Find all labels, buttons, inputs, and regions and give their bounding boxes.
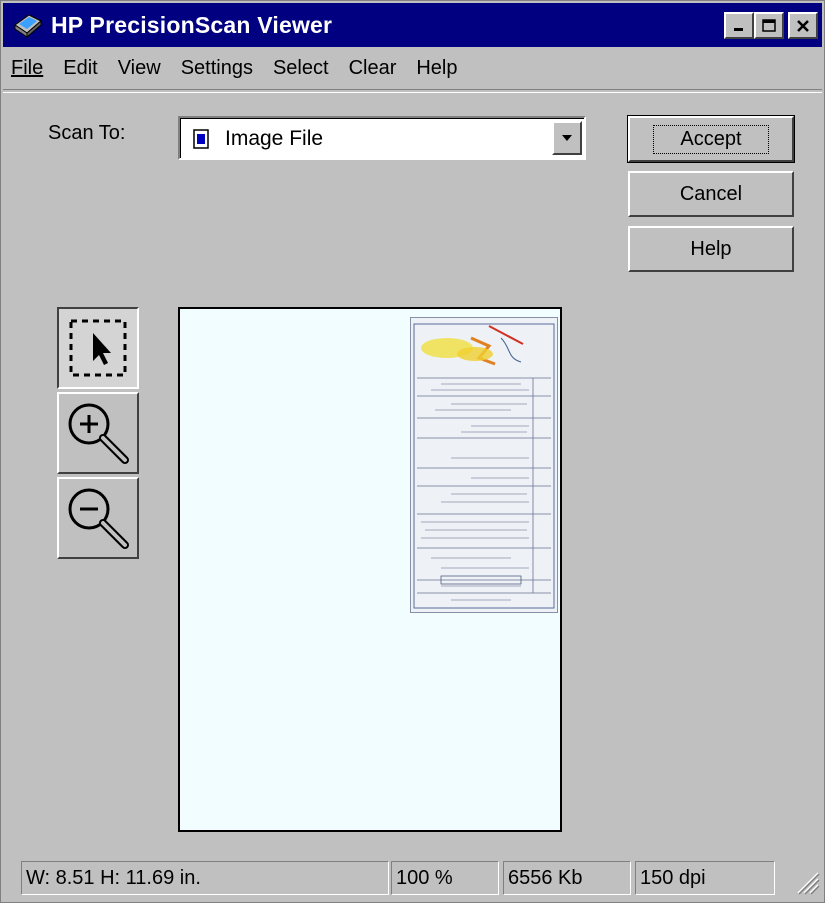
close-button[interactable] xyxy=(788,12,818,39)
maximize-button[interactable] xyxy=(754,12,784,39)
chevron-down-icon xyxy=(562,135,572,141)
status-bar: W: 8.51 H: 11.69 in. 100 % 6556 Kb 150 d… xyxy=(3,859,822,897)
menu-clear[interactable]: Clear xyxy=(339,57,407,80)
status-dimensions: W: 8.51 H: 11.69 in. xyxy=(21,861,389,895)
scan-to-label: Scan To: xyxy=(48,122,126,144)
arrow-select-icon xyxy=(69,319,127,377)
accept-button[interactable]: Accept xyxy=(627,115,795,163)
image-file-icon xyxy=(193,129,209,149)
minimize-icon xyxy=(734,27,743,31)
scan-to-value: Image File xyxy=(225,127,324,150)
scan-to-dropdown[interactable]: Image File xyxy=(178,116,586,160)
help-button[interactable]: Help xyxy=(628,226,794,272)
app-window: HP PrecisionScan Viewer File Edit View S… xyxy=(0,0,825,903)
menu-divider xyxy=(3,89,822,93)
scan-preview-area[interactable] xyxy=(178,307,562,832)
select-tool-button[interactable] xyxy=(57,307,139,389)
maximize-icon xyxy=(762,18,776,32)
scanned-document-thumbnail xyxy=(410,317,558,613)
menu-view[interactable]: View xyxy=(108,57,171,80)
minimize-button[interactable] xyxy=(724,12,754,39)
menu-settings[interactable]: Settings xyxy=(171,57,263,80)
status-zoom: 100 % xyxy=(391,861,499,895)
title-bar[interactable]: HP PrecisionScan Viewer xyxy=(3,3,822,47)
zoom-out-tool-button[interactable] xyxy=(57,477,139,559)
menu-select[interactable]: Select xyxy=(263,57,339,80)
scanner-app-icon xyxy=(13,10,43,40)
menu-help[interactable]: Help xyxy=(406,57,467,80)
menu-edit[interactable]: Edit xyxy=(53,57,107,80)
status-file-size: 6556 Kb xyxy=(503,861,631,895)
zoom-in-tool-button[interactable] xyxy=(57,392,139,474)
cancel-button[interactable]: Cancel xyxy=(628,171,794,217)
zoom-out-icon xyxy=(68,488,129,549)
resize-grip-icon[interactable] xyxy=(790,865,820,895)
zoom-in-icon xyxy=(68,403,129,464)
status-resolution: 150 dpi xyxy=(635,861,775,895)
close-icon xyxy=(797,19,809,32)
menu-bar: File Edit View Settings Select Clear Hel… xyxy=(3,51,822,85)
window-title: HP PrecisionScan Viewer xyxy=(51,11,333,38)
dropdown-arrow-button[interactable] xyxy=(552,121,582,155)
menu-file[interactable]: File xyxy=(3,57,53,80)
